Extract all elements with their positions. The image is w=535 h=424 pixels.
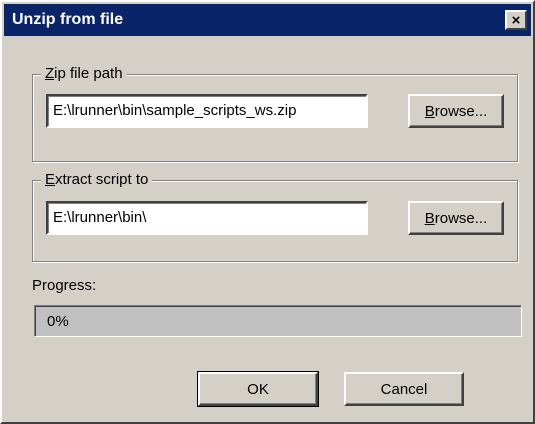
close-icon: ×	[511, 11, 521, 29]
ok-button[interactable]: OK	[197, 371, 319, 407]
progress-bar: 0%	[34, 305, 522, 337]
zip-file-path-input[interactable]: E:\lrunner\bin\sample_scripts_ws.zip	[46, 94, 368, 128]
zip-browse-button[interactable]: Browse...	[408, 94, 504, 128]
zip-file-path-label: Zip file path	[41, 65, 127, 82]
window-title: Unzip from file	[12, 11, 124, 28]
progress-text: 0%	[47, 313, 69, 330]
extract-browse-button[interactable]: Browse...	[408, 201, 504, 235]
unzip-dialog: Unzip from file × Zip file path E:\lrunn…	[0, 0, 535, 424]
extract-script-label: Extract script to	[41, 171, 153, 188]
title-bar: Unzip from file ×	[4, 4, 531, 36]
cancel-button[interactable]: Cancel	[344, 372, 464, 406]
close-button[interactable]: ×	[505, 10, 527, 30]
extract-path-input[interactable]: E:\lrunner\bin\	[46, 201, 368, 235]
progress-label: Progress:	[32, 277, 97, 294]
